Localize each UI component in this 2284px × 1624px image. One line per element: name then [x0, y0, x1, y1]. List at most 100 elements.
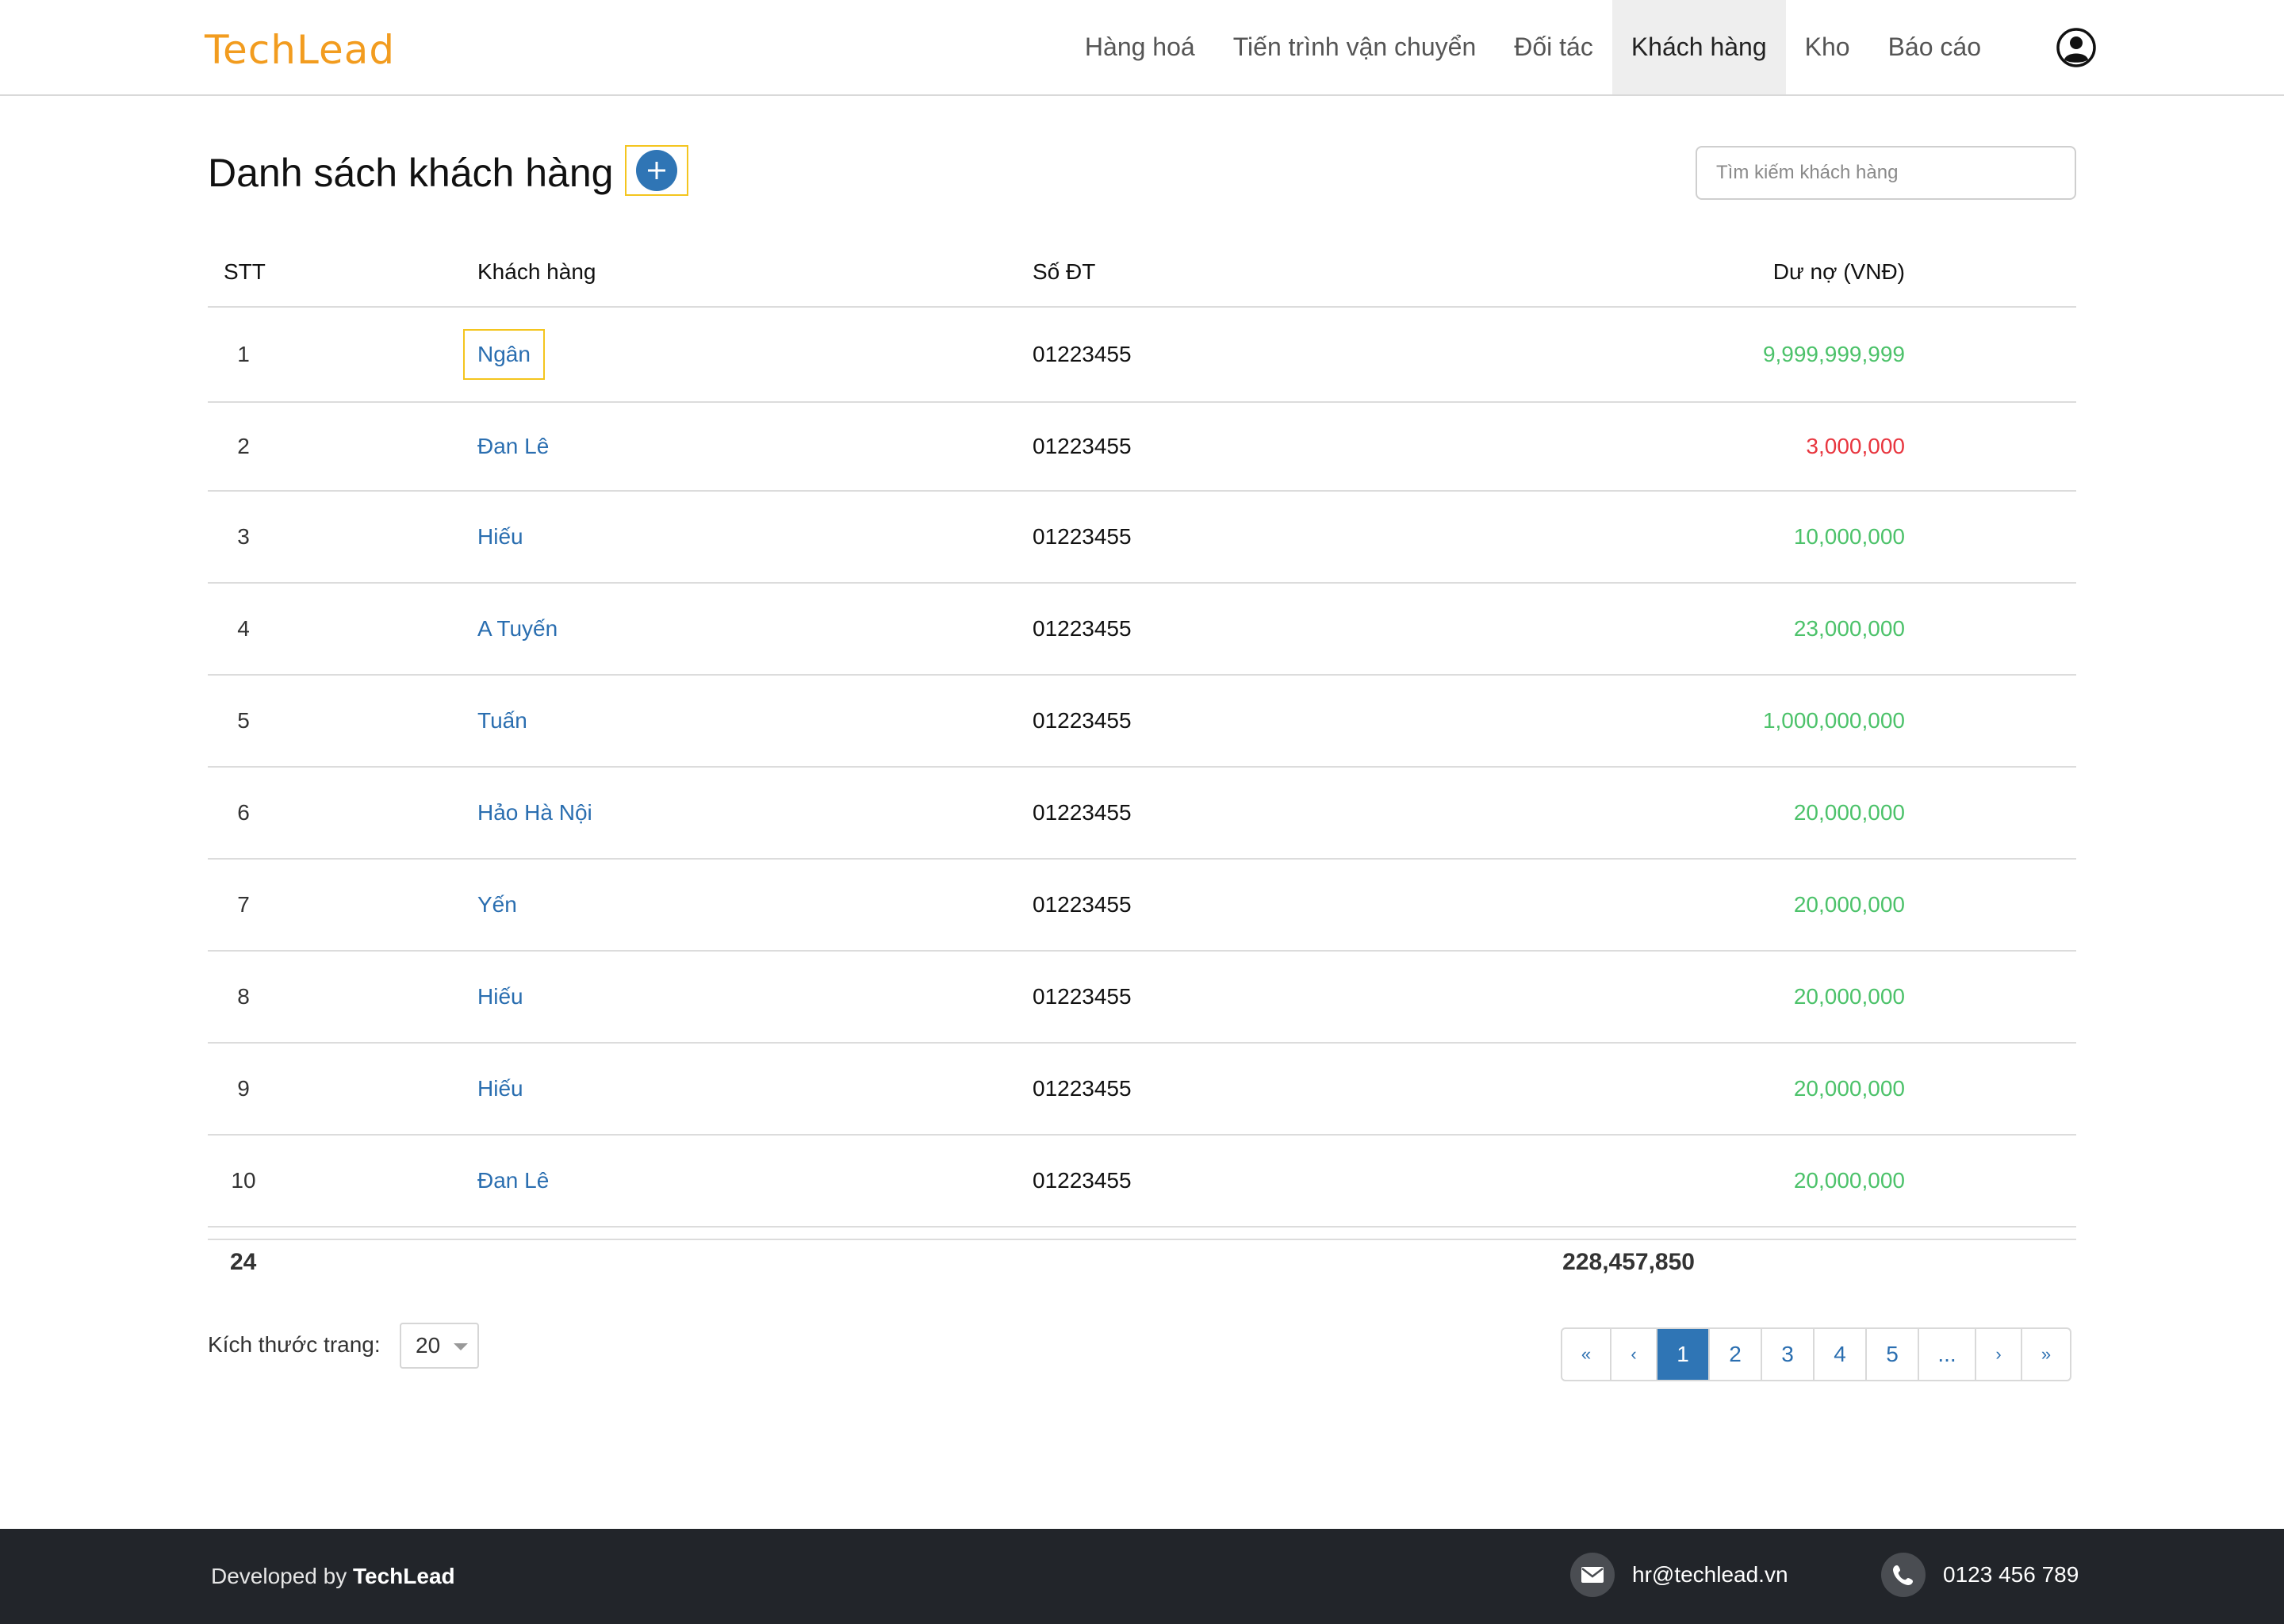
- page-title: Danh sách khách hàng: [208, 151, 614, 195]
- page-next-button[interactable]: ›: [1976, 1329, 2022, 1380]
- cell-phone: 01223455: [1033, 342, 1132, 366]
- cell-phone: 01223455: [1033, 1168, 1132, 1193]
- page-size-select[interactable]: 20: [400, 1323, 479, 1369]
- table-header: STT Khách hàng Số ĐT Dư nợ (VNĐ): [208, 238, 2076, 308]
- table-row: 9 Hiếu 01223455 20,000,000: [208, 1044, 2076, 1136]
- main-nav: Hàng hoá Tiến trình vận chuyển Đối tác K…: [1066, 0, 2284, 94]
- developed-by: Developed by TechLead: [211, 1564, 455, 1589]
- cell-stt: 5: [237, 708, 250, 733]
- cell-phone: 01223455: [1033, 892, 1132, 917]
- page-size-label: Kích thước trang:: [208, 1332, 381, 1357]
- cell-stt: 3: [237, 524, 250, 549]
- user-circle-icon: [2056, 27, 2096, 67]
- cell-customer-link[interactable]: Hiếu: [477, 952, 523, 1042]
- nav-item-doi-tac[interactable]: Đối tác: [1495, 0, 1612, 94]
- page-1-button[interactable]: 1: [1657, 1329, 1710, 1380]
- header-stt: STT: [224, 259, 266, 284]
- nav-item-khach-hang[interactable]: Khách hàng: [1611, 0, 1786, 94]
- plus-icon: [648, 162, 665, 179]
- cell-stt: 4: [237, 616, 250, 641]
- header-debt: Dư nợ (VNĐ): [1772, 259, 1905, 284]
- page-4-button[interactable]: 4: [1815, 1329, 1867, 1380]
- cell-debt: 23,000,000: [1793, 616, 1905, 641]
- cell-customer-link[interactable]: Hảo Hà Nội: [477, 768, 592, 858]
- cell-stt: 6: [237, 800, 250, 825]
- table-row: 2 Đan Lê 01223455 3,000,000: [208, 403, 2076, 492]
- cell-stt: 7: [237, 892, 250, 917]
- top-navbar: TechLead Hàng hoá Tiến trình vận chuyển …: [0, 0, 2284, 96]
- add-customer-button[interactable]: [636, 150, 677, 191]
- cell-debt: 20,000,000: [1793, 1168, 1905, 1193]
- email-text[interactable]: hr@techlead.vn: [1632, 1562, 1788, 1588]
- cell-customer-link[interactable]: Ngân: [463, 308, 545, 401]
- cell-stt: 1: [237, 342, 250, 366]
- cell-debt: 9,999,999,999: [1762, 342, 1905, 366]
- customer-name[interactable]: Ngân: [463, 329, 545, 380]
- customer-table: STT Khách hàng Số ĐT Dư nợ (VNĐ) 1 Ngân …: [208, 238, 2076, 1228]
- cell-phone: 01223455: [1033, 524, 1132, 549]
- pagination: « ‹ 1 2 3 4 5 ... › »: [1561, 1327, 2071, 1381]
- page-3-button[interactable]: 3: [1762, 1329, 1815, 1380]
- cell-customer-link[interactable]: Hiếu: [477, 492, 523, 582]
- total-debt: 228,457,850: [1562, 1249, 1695, 1275]
- page-2-button[interactable]: 2: [1710, 1329, 1762, 1380]
- header-customer: Khách hàng: [477, 259, 596, 284]
- total-divider: [208, 1239, 2076, 1240]
- contact-email[interactable]: hr@techlead.vn: [1570, 1553, 1788, 1597]
- nav-item-tien-trinh-van-chuyen[interactable]: Tiến trình vận chuyển: [1214, 0, 1496, 94]
- cell-debt: 20,000,000: [1793, 800, 1905, 825]
- table-row: 3 Hiếu 01223455 10,000,000: [208, 492, 2076, 584]
- page-ellipsis[interactable]: ...: [1919, 1329, 1976, 1380]
- page-footer: Developed by TechLead hr@techlead.vn 012…: [0, 1529, 2284, 1624]
- cell-debt: 1,000,000,000: [1762, 708, 1905, 733]
- cell-phone: 01223455: [1033, 800, 1132, 825]
- customer-search-input[interactable]: [1696, 146, 2076, 200]
- table-row: 5 Tuấn 01223455 1,000,000,000: [208, 676, 2076, 768]
- envelope-icon: [1570, 1553, 1615, 1597]
- cell-stt: 9: [237, 1076, 250, 1101]
- page-prev-button[interactable]: ‹: [1611, 1329, 1657, 1380]
- table-row: 7 Yến 01223455 20,000,000: [208, 860, 2076, 952]
- cell-phone: 01223455: [1033, 708, 1132, 733]
- nav-item-hang-hoa[interactable]: Hàng hoá: [1066, 0, 1214, 94]
- cell-debt: 20,000,000: [1793, 892, 1905, 917]
- nav-item-bao-cao[interactable]: Báo cáo: [1869, 0, 2000, 94]
- cell-phone: 01223455: [1033, 434, 1132, 458]
- header-phone: Số ĐT: [1033, 259, 1096, 284]
- developed-by-brand: TechLead: [353, 1564, 455, 1588]
- page-size-value: 20: [416, 1333, 441, 1358]
- caret-down-icon: [454, 1343, 468, 1350]
- cell-customer-link[interactable]: Yến: [477, 860, 517, 950]
- cell-debt: 10,000,000: [1793, 524, 1905, 549]
- cell-customer-link[interactable]: A Tuyến: [477, 584, 558, 674]
- table-row: 10 Đan Lê 01223455 20,000,000: [208, 1136, 2076, 1228]
- cell-customer-link[interactable]: Hiếu: [477, 1044, 523, 1134]
- page-5-button[interactable]: 5: [1867, 1329, 1919, 1380]
- cell-phone: 01223455: [1033, 616, 1132, 641]
- page-first-button[interactable]: «: [1562, 1329, 1611, 1380]
- cell-phone: 01223455: [1033, 1076, 1132, 1101]
- cell-stt: 2: [237, 434, 250, 458]
- cell-debt: 20,000,000: [1793, 1076, 1905, 1101]
- brand-logo[interactable]: TechLead: [205, 27, 395, 73]
- cell-debt: 20,000,000: [1793, 984, 1905, 1009]
- user-account-button[interactable]: [2029, 0, 2124, 94]
- page-last-button[interactable]: »: [2022, 1329, 2070, 1380]
- table-row: 8 Hiếu 01223455 20,000,000: [208, 952, 2076, 1044]
- cell-debt: 3,000,000: [1806, 434, 1905, 458]
- table-row: 1 Ngân 01223455 9,999,999,999: [208, 308, 2076, 403]
- phone-icon: [1881, 1553, 1926, 1597]
- cell-phone: 01223455: [1033, 984, 1132, 1009]
- contact-phone[interactable]: 0123 456 789: [1881, 1553, 2079, 1597]
- table-row: 4 A Tuyến 01223455 23,000,000: [208, 584, 2076, 676]
- cell-stt: 8: [237, 984, 250, 1009]
- add-customer-button-frame: [625, 145, 688, 196]
- table-row: 6 Hảo Hà Nội 01223455 20,000,000: [208, 768, 2076, 860]
- cell-customer-link[interactable]: Đan Lê: [477, 1136, 549, 1226]
- phone-text[interactable]: 0123 456 789: [1943, 1562, 2079, 1588]
- cell-stt: 10: [231, 1168, 256, 1193]
- cell-customer-link[interactable]: Đan Lê: [477, 403, 549, 490]
- cell-customer-link[interactable]: Tuấn: [477, 676, 527, 766]
- nav-item-kho[interactable]: Kho: [1786, 0, 1869, 94]
- developed-by-prefix: Developed by: [211, 1564, 347, 1588]
